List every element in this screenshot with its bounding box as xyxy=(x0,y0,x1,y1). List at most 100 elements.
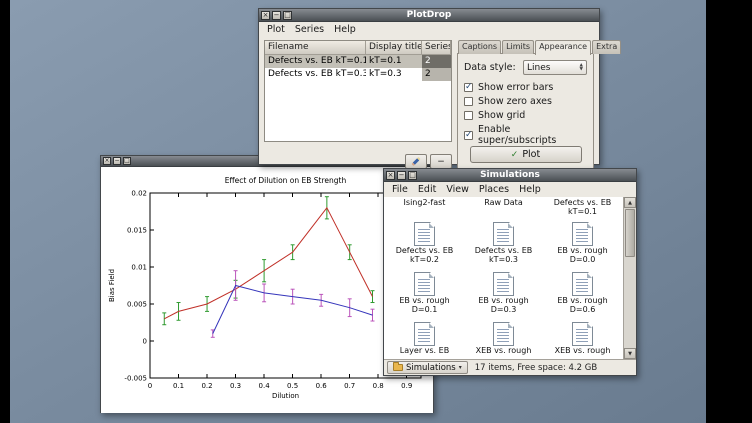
file-label: Raw Data xyxy=(484,199,522,208)
window-close-button[interactable]: × xyxy=(261,11,270,20)
location-dropdown[interactable]: Simulations ▾ xyxy=(387,361,468,374)
column-header-display-title[interactable]: Display title xyxy=(366,41,422,54)
text-file-icon xyxy=(572,222,593,246)
file-item[interactable]: Defects vs. EBkT=0.3 xyxy=(464,222,543,264)
data-style-select[interactable]: Lines ▲ ▼ xyxy=(523,60,587,75)
column-header-series[interactable]: Series xyxy=(422,41,451,54)
file-row: EB vs. roughD=0.1 EB vs. roughD=0.3 EB vs.… xyxy=(385,272,623,314)
checkbox[interactable] xyxy=(464,111,473,120)
menu-item-view[interactable]: View xyxy=(441,183,474,196)
text-file-icon xyxy=(414,322,435,346)
file-item[interactable]: EB vs. roughD=0.0 xyxy=(543,222,622,264)
svg-text:Effect of Dilution on EB Stren: Effect of Dilution on EB Strength xyxy=(225,176,347,185)
menu-item-file[interactable]: File xyxy=(387,183,413,196)
window-buttons: ×−□ xyxy=(261,11,292,20)
checkbox-row[interactable]: Show grid xyxy=(464,110,587,121)
file-list-actions: − xyxy=(264,151,452,169)
svg-text:-0.005: -0.005 xyxy=(124,375,147,383)
scrollbar-thumb[interactable] xyxy=(625,209,635,257)
tab-extra[interactable]: Extra xyxy=(592,40,621,54)
plot-button[interactable]: ✓ Plot xyxy=(470,146,582,163)
checkbox[interactable] xyxy=(464,97,473,106)
file-item[interactable]: EB vs. roughD=0.6 xyxy=(543,272,622,314)
scroll-up-button[interactable]: ▲ xyxy=(624,197,636,208)
remove-file-button[interactable]: − xyxy=(430,154,452,169)
plot-button-row: ✓ Plot xyxy=(464,146,587,164)
minimize-icon: − xyxy=(273,12,280,19)
simulations-titlebar[interactable]: ×−□ Simulations xyxy=(384,169,636,182)
file-item[interactable]: EB vs. roughD=0.3 xyxy=(464,272,543,314)
simulations-menubar: FileEditViewPlacesHelp xyxy=(384,182,636,197)
text-file-icon xyxy=(572,322,593,346)
checkbox-label: Show grid xyxy=(478,110,525,121)
column-header-filename[interactable]: Filename xyxy=(265,41,366,54)
checkbox-row[interactable]: Show zero axes xyxy=(464,96,587,107)
data-style-value: Lines xyxy=(527,63,550,73)
window-minimize-button[interactable]: − xyxy=(113,157,121,165)
file-label: Layer vs. EB xyxy=(400,347,449,356)
edit-file-button[interactable] xyxy=(405,154,427,169)
scroll-down-button[interactable]: ▼ xyxy=(624,348,636,359)
combo-arrows-icon: ▲ ▼ xyxy=(580,64,583,71)
minimize-icon: − xyxy=(114,158,120,164)
tab-limits[interactable]: Limits xyxy=(502,40,534,54)
maximize-icon: □ xyxy=(409,172,416,179)
window-maximize-button[interactable]: □ xyxy=(408,171,417,180)
text-file-lines xyxy=(418,277,430,292)
file-list-rows: Defects vs. EB kT=0.1kT=0.12Defects vs. … xyxy=(265,55,451,81)
vertical-scrollbar[interactable]: ▲ ▼ xyxy=(623,197,636,359)
window-minimize-button[interactable]: − xyxy=(272,11,281,20)
menu-item-edit[interactable]: Edit xyxy=(413,183,441,196)
menu-item-help[interactable]: Help xyxy=(329,23,361,36)
checkbox-row[interactable]: Show error bars xyxy=(464,82,587,93)
plotdrop-titlebar[interactable]: ×−□ PlotDrop xyxy=(259,9,599,22)
folder-icon xyxy=(393,364,403,371)
window-close-button[interactable]: × xyxy=(103,157,111,165)
file-item[interactable]: Layer vs. EB xyxy=(385,322,464,356)
file-item[interactable]: Defects vs. EBkT=0.2 xyxy=(385,222,464,264)
text-file-lines xyxy=(497,327,509,342)
window-maximize-button[interactable]: □ xyxy=(283,11,292,20)
pencil-icon xyxy=(411,157,420,166)
file-label: EB vs. roughD=0.3 xyxy=(478,297,528,314)
checkbox[interactable] xyxy=(464,131,473,140)
menu-item-places[interactable]: Places xyxy=(474,183,514,196)
simulations-content: Ising2-fastRaw DataDefects vs. EBkT=0.1D… xyxy=(384,197,636,375)
menu-item-help[interactable]: Help xyxy=(514,183,546,196)
file-item[interactable]: Defects vs. EBkT=0.1 xyxy=(543,199,622,216)
table-row[interactable]: Defects vs. EB kT=0.3kT=0.32 xyxy=(265,68,451,81)
text-file-icon xyxy=(493,322,514,346)
checkbox-row[interactable]: Enable super/subscripts xyxy=(464,124,587,146)
text-file-icon xyxy=(493,272,514,296)
svg-text:0.005: 0.005 xyxy=(127,301,147,309)
tab-appearance[interactable]: Appearance xyxy=(535,40,591,55)
combo-down-icon: ▼ xyxy=(580,68,583,72)
plotdrop-menubar: PlotSeriesHelp xyxy=(259,22,599,37)
window-maximize-button[interactable]: □ xyxy=(123,157,131,165)
menu-item-plot[interactable]: Plot xyxy=(262,23,290,36)
svg-text:0.1: 0.1 xyxy=(173,382,184,390)
file-label: XEB vs. rough xyxy=(555,347,611,356)
checkbox[interactable] xyxy=(464,83,473,92)
menu-item-series[interactable]: Series xyxy=(290,23,329,36)
window-buttons: ×−□ xyxy=(103,157,131,165)
cell-display-title: kT=0.1 xyxy=(366,55,422,68)
file-item[interactable]: XEB vs. rough xyxy=(543,322,622,356)
window-close-button[interactable]: × xyxy=(386,171,395,180)
cell-filename: Defects vs. EB kT=0.1 xyxy=(265,55,366,68)
svg-text:0.7: 0.7 xyxy=(344,382,355,390)
file-item[interactable]: EB vs. roughD=0.1 xyxy=(385,272,464,314)
table-row[interactable]: Defects vs. EB kT=0.1kT=0.12 xyxy=(265,55,451,68)
window-minimize-button[interactable]: − xyxy=(397,171,406,180)
svg-text:0.015: 0.015 xyxy=(127,227,147,235)
text-file-icon xyxy=(414,222,435,246)
minimize-icon: − xyxy=(398,172,405,179)
appearance-panel: Data style: Lines ▲ ▼ Show error bars Sho… xyxy=(457,53,594,169)
checkbox-label: Show error bars xyxy=(478,82,553,93)
text-file-icon xyxy=(493,222,514,246)
tab-captions[interactable]: Captions xyxy=(458,40,501,54)
file-item[interactable]: Raw Data xyxy=(464,199,543,216)
file-item[interactable]: XEB vs. rough xyxy=(464,322,543,356)
data-style-row: Data style: Lines ▲ ▼ xyxy=(464,60,587,75)
file-item[interactable]: Ising2-fast xyxy=(385,199,464,216)
